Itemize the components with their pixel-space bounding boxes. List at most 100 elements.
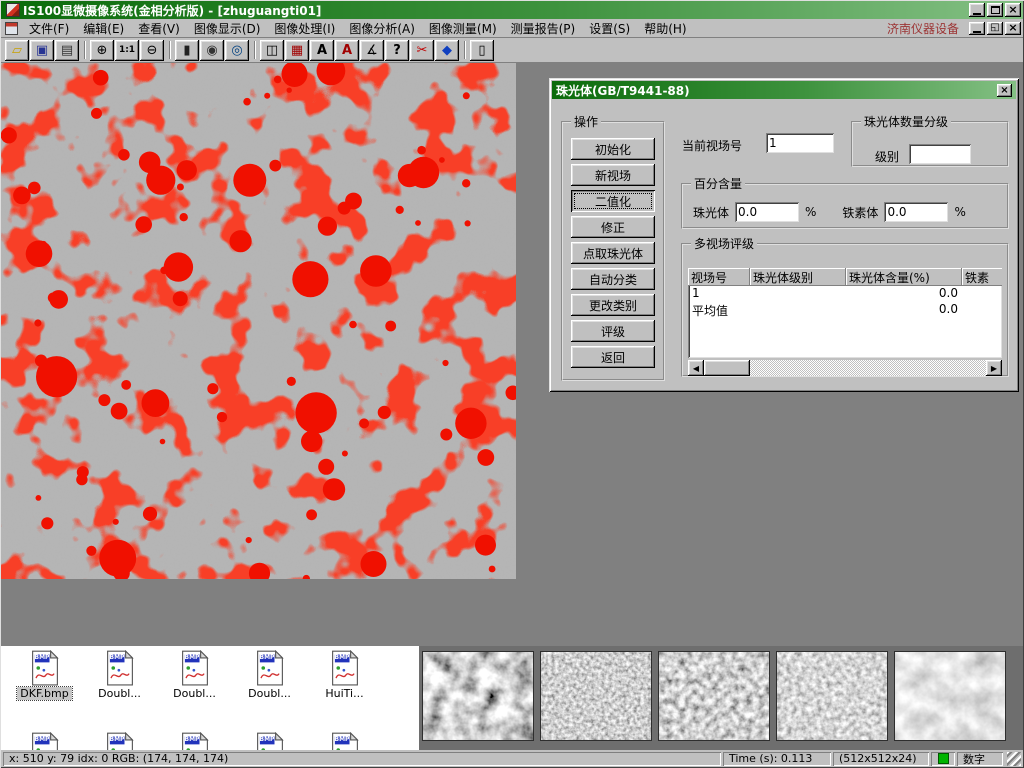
- scrollbar-thumb[interactable]: [704, 360, 750, 376]
- level-input[interactable]: [909, 144, 971, 164]
- open-button[interactable]: ▱: [5, 40, 29, 61]
- minimize-button[interactable]: [969, 3, 985, 17]
- mdi-minimize-button[interactable]: [969, 22, 985, 35]
- dialog-close-button[interactable]: ×: [997, 84, 1012, 97]
- current-field-input[interactable]: [766, 133, 834, 153]
- menu-file[interactable]: 文件(F): [22, 18, 76, 39]
- percent-group: 百分含量 珠光体 % 铁素体 %: [681, 175, 1009, 229]
- correct-button[interactable]: 修正: [571, 216, 655, 238]
- zoom-in-button[interactable]: ⊕: [90, 40, 114, 61]
- grade-button[interactable]: 评级: [571, 320, 655, 342]
- file-item[interactable]: BMP Doubl...: [82, 650, 157, 700]
- thumbnail[interactable]: [540, 651, 652, 741]
- thumbnail[interactable]: [776, 651, 888, 741]
- menu-image-process[interactable]: 图像处理(I): [267, 18, 342, 39]
- multifield-table[interactable]: 视场号 珠光体级别 珠光体含量(%) 铁素 1 0.0 平均值: [688, 268, 1002, 358]
- scroll-left-icon[interactable]: ◀: [688, 360, 704, 376]
- menu-edit[interactable]: 编辑(E): [76, 18, 131, 39]
- maximize-button[interactable]: [987, 3, 1003, 17]
- text-style-button[interactable]: A: [335, 40, 359, 61]
- file-item[interactable]: BMP Doubl...: [232, 650, 307, 700]
- angle-measure-icon: ∡: [366, 44, 378, 57]
- thumbnail[interactable]: [894, 651, 1006, 741]
- mdi-close-button[interactable]: ×: [1005, 22, 1021, 35]
- file-item[interactable]: BMP: [157, 732, 232, 750]
- scrollbar-track[interactable]: [750, 360, 986, 376]
- mdi-restore-button[interactable]: ◱: [987, 22, 1003, 35]
- file-item[interactable]: BMP: [307, 732, 382, 750]
- init-button[interactable]: 初始化: [571, 138, 655, 160]
- menu-view[interactable]: 查看(V): [131, 18, 187, 39]
- file-item[interactable]: BMP DKF.bmp: [7, 650, 82, 700]
- close-button[interactable]: ×: [1005, 3, 1021, 17]
- file-name[interactable]: Doubl...: [170, 687, 219, 700]
- thumbnail[interactable]: [658, 651, 770, 741]
- camera-status-panel: [931, 752, 955, 766]
- file-item[interactable]: BMP: [7, 732, 82, 750]
- table-horizontal-scrollbar[interactable]: ◀ ▶: [688, 360, 1002, 376]
- thumbnail[interactable]: [422, 651, 534, 741]
- grade-group-label: 珠光体数量分级: [861, 113, 951, 130]
- binarize-button[interactable]: 二值化: [571, 190, 655, 212]
- text-annotate-button[interactable]: A: [310, 40, 334, 61]
- title-bar[interactable]: IS100显微摄像系统(金相分析版) - [zhuguangti01] ×: [1, 1, 1023, 19]
- menu-image-analysis[interactable]: 图像分析(A): [342, 18, 422, 39]
- file-item[interactable]: BMP Doubl...: [157, 650, 232, 700]
- camera-button[interactable]: ◉: [200, 40, 224, 61]
- status-bar: x: 510 y: 79 idx: 0 RGB: (174, 174, 174)…: [1, 750, 1023, 767]
- cut-button[interactable]: ✂: [410, 40, 434, 61]
- ruler-icon: ▯: [478, 44, 485, 57]
- file-name[interactable]: Doubl...: [245, 687, 294, 700]
- text-style-icon: A: [342, 44, 352, 57]
- resize-grip[interactable]: [1007, 752, 1021, 766]
- file-item[interactable]: BMP HuiTi...: [307, 650, 382, 700]
- pearlite-percent-input[interactable]: [735, 202, 799, 222]
- caliper-icon: ◫: [266, 44, 278, 57]
- dialog-title-bar[interactable]: 珠光体(GB/T9441-88) ×: [552, 81, 1016, 99]
- file-browser-panel: BMP DKF.bmp BMP Doubl... BMP Doubl... BM…: [1, 645, 1023, 750]
- file-name[interactable]: DKF.bmp: [17, 687, 71, 700]
- table-row[interactable]: 平均值 0.0: [688, 302, 1002, 318]
- metallographic-image[interactable]: [1, 63, 516, 579]
- auto-classify-button[interactable]: 自动分类: [571, 268, 655, 290]
- scroll-right-icon[interactable]: ▶: [986, 360, 1002, 376]
- percent-group-label: 百分含量: [691, 175, 745, 192]
- header-pearlite-grade: 珠光体级别: [750, 268, 846, 286]
- zoom-out-button[interactable]: ⊖: [140, 40, 164, 61]
- caliper-button[interactable]: ◫: [260, 40, 284, 61]
- angle-measure-button[interactable]: ∡: [360, 40, 384, 61]
- file-name[interactable]: Doubl...: [95, 687, 144, 700]
- menu-report[interactable]: 测量报告(P): [504, 18, 583, 39]
- ferrite-unit: %: [954, 205, 965, 219]
- ferrite-percent-input[interactable]: [884, 202, 948, 222]
- operation-group: 操作 初始化 新视场 二值化 修正 点取珠光体 自动分类 更改类别 评级 返回: [561, 113, 665, 381]
- pick-pearlite-button[interactable]: 点取珠光体: [571, 242, 655, 264]
- cut-icon: ✂: [417, 44, 428, 57]
- multifield-group: 多视场评级 视场号 珠光体级别 珠光体含量(%) 铁素 1 0.0: [681, 235, 1009, 377]
- actual-size-button[interactable]: 1:1: [115, 40, 139, 61]
- menu-settings[interactable]: 设置(S): [582, 18, 637, 39]
- new-field-button[interactable]: 新视场: [571, 164, 655, 186]
- maximize-icon: [991, 6, 1000, 14]
- bmp-tag: BMP: [335, 654, 350, 661]
- help-button[interactable]: ?: [385, 40, 409, 61]
- menu-image-measure[interactable]: 图像测量(M): [422, 18, 504, 39]
- capture-button[interactable]: ◎: [225, 40, 249, 61]
- file-item[interactable]: BMP: [232, 732, 307, 750]
- video-button[interactable]: ▮: [175, 40, 199, 61]
- table-row[interactable]: 1 0.0: [688, 286, 1002, 302]
- file-item[interactable]: BMP: [82, 732, 157, 750]
- return-button[interactable]: 返回: [571, 346, 655, 368]
- header-field-no: 视场号: [688, 268, 750, 286]
- marker-icon: ◆: [442, 44, 452, 57]
- menu-help[interactable]: 帮助(H): [637, 18, 693, 39]
- print-button[interactable]: ▤: [55, 40, 79, 61]
- ruler-button[interactable]: ▯: [470, 40, 494, 61]
- save-button[interactable]: ▣: [30, 40, 54, 61]
- grid-measure-button[interactable]: ▦: [285, 40, 309, 61]
- change-class-button[interactable]: 更改类别: [571, 294, 655, 316]
- dialog-body: 操作 初始化 新视场 二值化 修正 点取珠光体 自动分类 更改类别 评级 返回 …: [552, 99, 1016, 389]
- marker-button[interactable]: ◆: [435, 40, 459, 61]
- menu-image-display[interactable]: 图像显示(D): [187, 18, 268, 39]
- file-name[interactable]: HuiTi...: [322, 687, 366, 700]
